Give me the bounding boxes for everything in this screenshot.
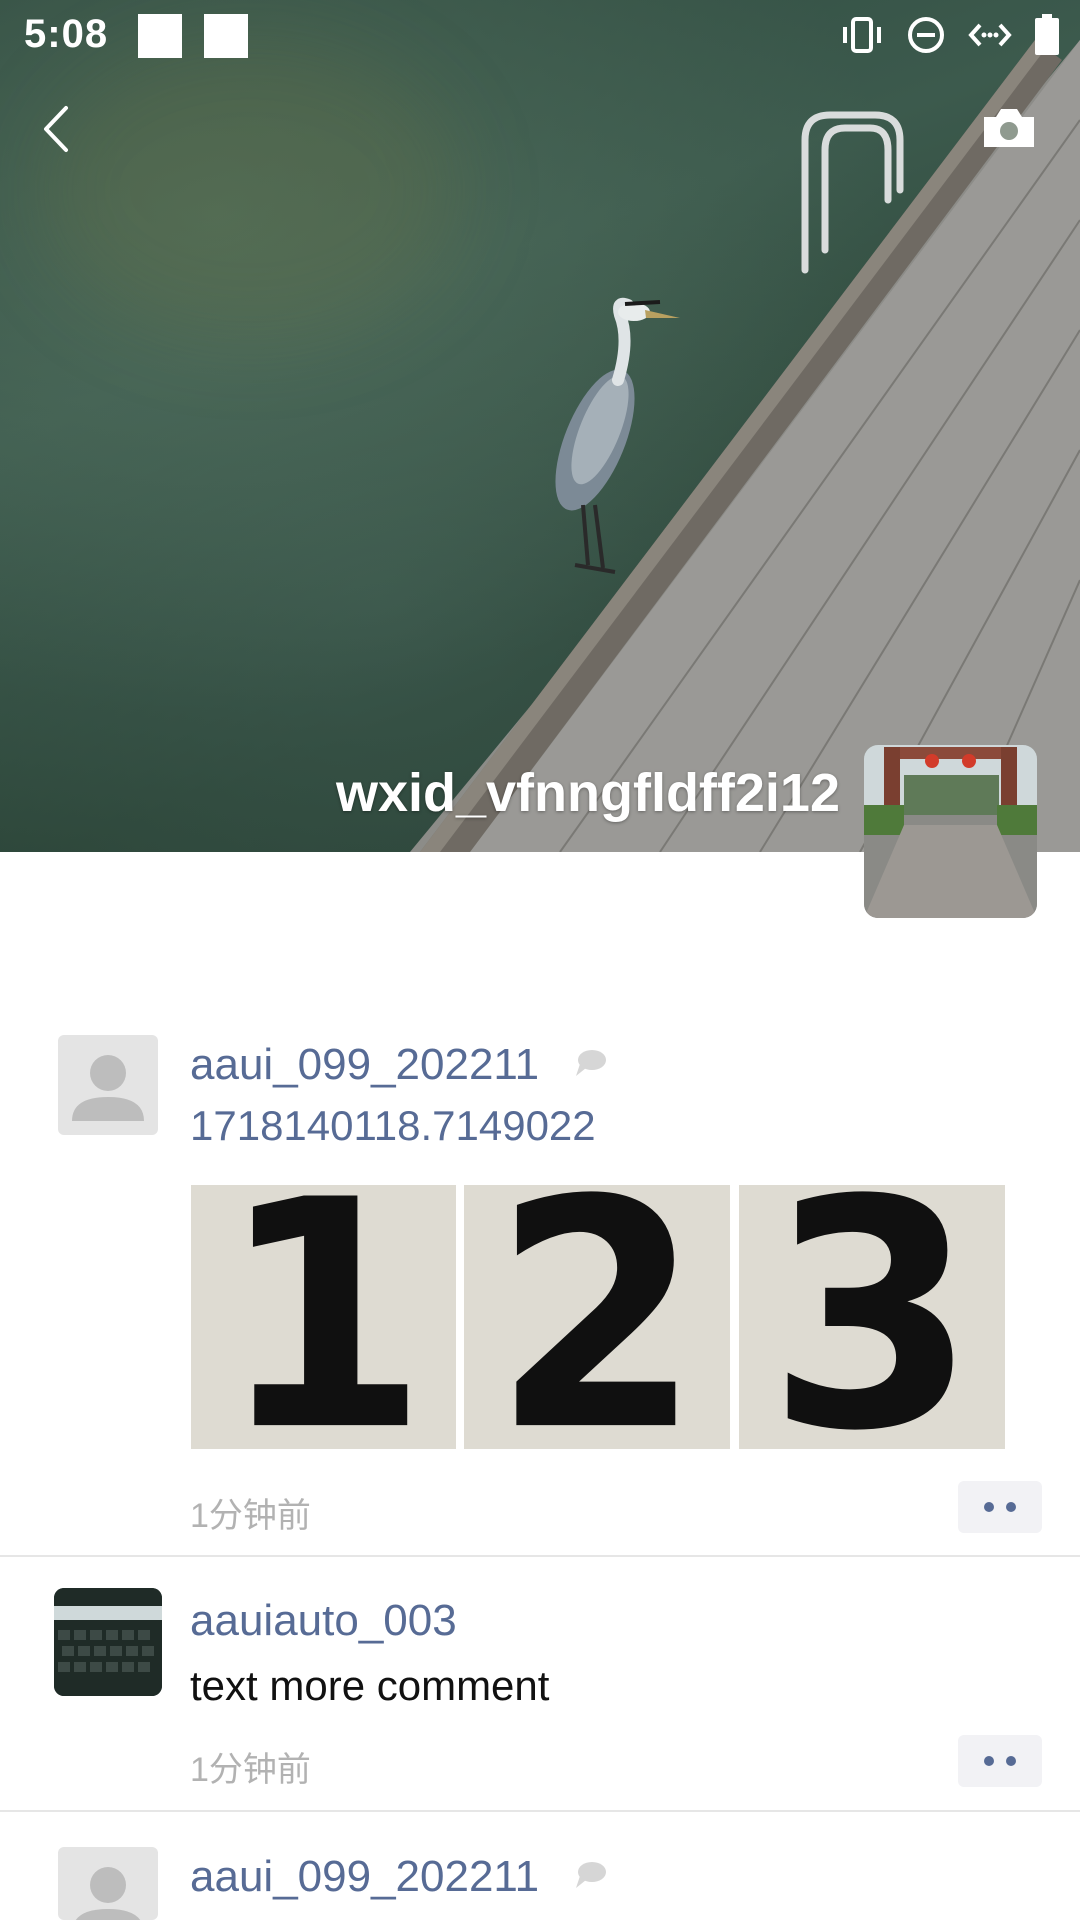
vibrate-icon bbox=[843, 17, 881, 53]
status-icons bbox=[840, 14, 1060, 56]
more-button[interactable] bbox=[958, 1735, 1042, 1787]
chevron-left-icon bbox=[44, 106, 68, 152]
camera-button[interactable] bbox=[976, 100, 1042, 156]
cover-scene bbox=[410, 40, 1080, 852]
camera-icon bbox=[984, 109, 1034, 147]
more-dot bbox=[1006, 1502, 1016, 1512]
do-not-disturb-icon bbox=[908, 17, 944, 53]
photo-digit: 1 bbox=[219, 1185, 428, 1449]
post-photo[interactable]: 2 bbox=[464, 1185, 730, 1449]
status-time: 5:08 bbox=[24, 12, 109, 56]
profile-avatar[interactable] bbox=[864, 745, 1037, 918]
visibility-icon bbox=[576, 1050, 606, 1076]
avatar[interactable] bbox=[58, 1035, 158, 1135]
heron bbox=[555, 297, 680, 574]
default-avatar-icon bbox=[75, 1867, 141, 1920]
notification-icon bbox=[138, 14, 182, 58]
keyboard-photo bbox=[54, 1588, 162, 1696]
more-dot bbox=[984, 1502, 994, 1512]
more-dot bbox=[984, 1756, 994, 1766]
avatar[interactable] bbox=[54, 1588, 162, 1696]
user-name[interactable]: aaui_099_202211 bbox=[190, 1852, 539, 1902]
post-photo[interactable]: 3 bbox=[739, 1185, 1005, 1449]
gate-photo bbox=[864, 745, 1037, 918]
data-sync-icon bbox=[968, 23, 1012, 47]
photo-digit: 3 bbox=[767, 1185, 977, 1449]
photo-digit: 2 bbox=[492, 1185, 702, 1449]
battery-icon bbox=[1035, 14, 1059, 55]
default-avatar-icon bbox=[72, 1055, 144, 1121]
status-bar: 5:08 bbox=[0, 0, 1080, 74]
back-button[interactable] bbox=[30, 96, 80, 162]
post-time: 1分钟前 bbox=[190, 1497, 311, 1535]
post-photo[interactable]: 1 bbox=[191, 1185, 456, 1449]
post-text: text more comment bbox=[190, 1662, 550, 1709]
notification-icon bbox=[204, 14, 248, 58]
visibility-icon bbox=[576, 1862, 606, 1888]
divider bbox=[0, 1555, 1080, 1557]
avatar[interactable] bbox=[58, 1847, 158, 1920]
cover-image[interactable] bbox=[0, 0, 1080, 852]
post-text: 1718140118.7149022 bbox=[190, 1102, 596, 1149]
user-name[interactable]: aauiauto_003 bbox=[190, 1596, 457, 1646]
more-button[interactable] bbox=[958, 1481, 1042, 1533]
user-name[interactable]: aaui_099_202211 bbox=[190, 1040, 539, 1090]
post-time: 1分钟前 bbox=[190, 1751, 311, 1789]
profile-name: wxid_vfnngfldff2i12 bbox=[335, 763, 840, 823]
more-dot bbox=[1006, 1756, 1016, 1766]
divider bbox=[0, 1810, 1080, 1812]
